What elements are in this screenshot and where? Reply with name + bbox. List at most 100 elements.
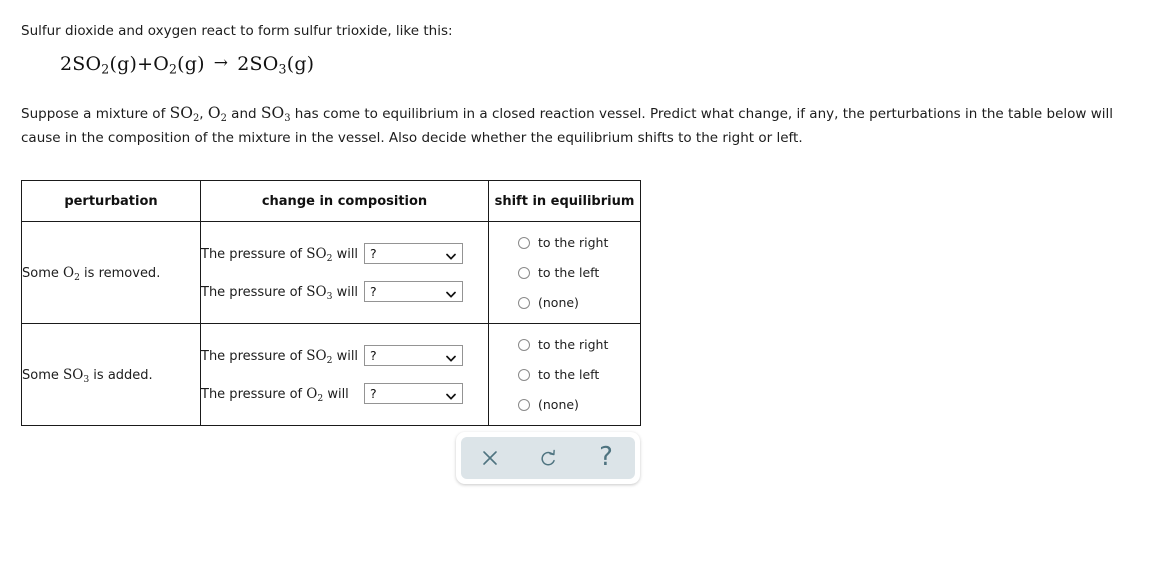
change-label-chem-1-2: SO3	[306, 283, 332, 301]
header-perturbation: perturbation	[21, 180, 201, 222]
perturbation-chem-symbol-1: O	[63, 264, 75, 281]
shift-option-label-2-right: to the right	[538, 337, 609, 352]
change-label-chem-symbol-1-2: SO	[306, 283, 327, 300]
paragraph-chem-so3-symbol: SO	[260, 104, 285, 122]
change-cell-2: The pressure of SO2 will ? The pressure …	[200, 323, 489, 426]
change-select-2-2[interactable]: ?	[364, 383, 463, 404]
undo-icon	[538, 448, 559, 469]
paragraph-chem-so3: SO3	[260, 104, 291, 123]
change-cell-1: The pressure of SO2 will ? The pressure …	[200, 221, 489, 324]
chevron-down-icon	[446, 351, 456, 362]
chemical-equation: 2SO2(g)+O2(g) → 2SO3(g)	[60, 52, 314, 77]
equation-plus-sign: +	[137, 53, 154, 75]
shift-option-label-2-none: (none)	[538, 397, 579, 412]
change-label-pre-1-2: The pressure of	[201, 284, 307, 300]
paragraph-chem-o2-symbol: O	[207, 104, 221, 122]
change-label-chem-symbol-1-1: SO	[306, 245, 327, 262]
shift-cell-2: to the right to the left (none)	[488, 323, 641, 426]
reset-button[interactable]	[526, 438, 570, 478]
paragraph-segment-3: and	[226, 106, 261, 122]
radio-icon[interactable]	[518, 368, 530, 381]
header-shift-in-equilibrium: shift in equilibrium	[488, 180, 641, 222]
shift-option-1-left[interactable]: to the left	[489, 258, 640, 288]
change-label-post-1-2: will	[332, 284, 359, 300]
radio-icon[interactable]	[518, 338, 530, 351]
chevron-down-icon	[446, 389, 456, 400]
equation-left-formula-2: O	[153, 53, 169, 75]
change-label-1-2: The pressure of SO3 will	[201, 283, 364, 301]
radio-icon[interactable]	[518, 266, 530, 279]
shift-option-2-none[interactable]: (none)	[489, 390, 640, 420]
paragraph-chem-o2: O2	[207, 104, 227, 123]
change-label-2-2: The pressure of O2 will	[201, 385, 364, 403]
change-select-1-1[interactable]: ?	[364, 243, 463, 264]
perturbation-chem-symbol-2: SO	[63, 366, 84, 383]
radio-icon[interactable]	[518, 236, 530, 249]
equation-right-coef: 2	[237, 53, 250, 75]
reaction-arrow-icon: →	[213, 53, 229, 73]
shift-option-label-1-none: (none)	[538, 295, 579, 310]
table-row: Some SO3 is added. The pressure of SO2 w…	[21, 323, 641, 426]
equilibrium-table: perturbation change in composition shift…	[21, 180, 641, 426]
equation-left-state-1: (g)	[109, 53, 138, 75]
radio-icon[interactable]	[518, 296, 530, 309]
equation-right-formula: SO	[249, 53, 279, 75]
change-select-value-2-1: ?	[370, 348, 377, 363]
chevron-down-icon	[446, 249, 456, 260]
shift-option-2-right[interactable]: to the right	[489, 330, 640, 360]
change-label-post-2-1: will	[332, 348, 359, 364]
change-label-post-1-1: will	[332, 246, 359, 262]
change-row-1-2: The pressure of SO3 will ?	[201, 273, 488, 311]
shift-option-label-1-left: to the left	[538, 265, 600, 280]
shift-option-1-right[interactable]: to the right	[489, 228, 640, 258]
table-row: Some O2 is removed. The pressure of SO2 …	[21, 221, 641, 324]
paragraph-segment-1: Suppose a mixture of	[21, 106, 170, 122]
instruction-paragraph: Suppose a mixture of SO2, O2 and SO3 has…	[21, 101, 1151, 150]
change-label-chem-symbol-2-2: O	[306, 385, 318, 402]
header-change-in-composition: change in composition	[200, 180, 489, 222]
change-row-2-2: The pressure of O2 will ?	[201, 375, 488, 413]
change-select-value-1-1: ?	[370, 246, 377, 261]
change-select-1-2[interactable]: ?	[364, 281, 463, 302]
paragraph-segment-2: ,	[199, 106, 208, 122]
equation-left-formula-1: SO	[72, 53, 102, 75]
table-header-row: perturbation change in composition shift…	[21, 180, 641, 222]
change-label-pre-2-1: The pressure of	[201, 348, 307, 364]
equation-right-state: (g)	[286, 53, 315, 75]
change-label-chem-1-1: SO2	[306, 245, 332, 263]
perturbation-text-pre-2: Some	[22, 367, 63, 383]
change-label-1-1: The pressure of SO2 will	[201, 245, 364, 263]
help-button[interactable]: ?	[584, 438, 628, 478]
change-label-chem-2-2: O2	[306, 385, 323, 403]
paragraph-chem-so2-symbol: SO	[169, 104, 193, 122]
shift-option-1-none[interactable]: (none)	[489, 288, 640, 318]
intro-lead-text: Sulfur dioxide and oxygen react to form …	[21, 23, 453, 39]
equation-left-sub-2: 2	[168, 61, 178, 77]
shift-option-label-1-right: to the right	[538, 235, 609, 250]
change-label-pre-1-1: The pressure of	[201, 246, 307, 262]
shift-cell-1: to the right to the left (none)	[488, 221, 641, 324]
perturbation-chem-2: SO3	[63, 366, 89, 384]
change-label-2-1: The pressure of SO2 will	[201, 347, 364, 365]
clear-button[interactable]	[468, 438, 512, 478]
change-select-2-1[interactable]: ?	[364, 345, 463, 366]
perturbation-text-post-1: is removed.	[79, 265, 161, 281]
action-toolbar: ?	[456, 432, 640, 484]
help-icon: ?	[599, 441, 613, 472]
chevron-down-icon	[446, 287, 456, 298]
change-label-chem-symbol-2-1: SO	[306, 347, 327, 364]
change-row-2-1: The pressure of SO2 will ?	[201, 337, 488, 375]
equation-left-state-2: (g)	[177, 53, 205, 75]
action-toolbar-inner: ?	[461, 437, 635, 479]
perturbation-cell-1: Some O2 is removed.	[21, 221, 201, 324]
close-icon	[480, 448, 500, 468]
shift-option-label-2-left: to the left	[538, 367, 600, 382]
perturbation-cell-2: Some SO3 is added.	[21, 323, 201, 426]
change-select-value-2-2: ?	[370, 386, 377, 401]
equation-left-coef-1: 2	[60, 53, 73, 75]
perturbation-text-pre-1: Some	[22, 265, 63, 281]
change-label-chem-2-1: SO2	[306, 347, 332, 365]
shift-option-2-left[interactable]: to the left	[489, 360, 640, 390]
radio-icon[interactable]	[518, 398, 530, 411]
change-row-1-1: The pressure of SO2 will ?	[201, 235, 488, 273]
